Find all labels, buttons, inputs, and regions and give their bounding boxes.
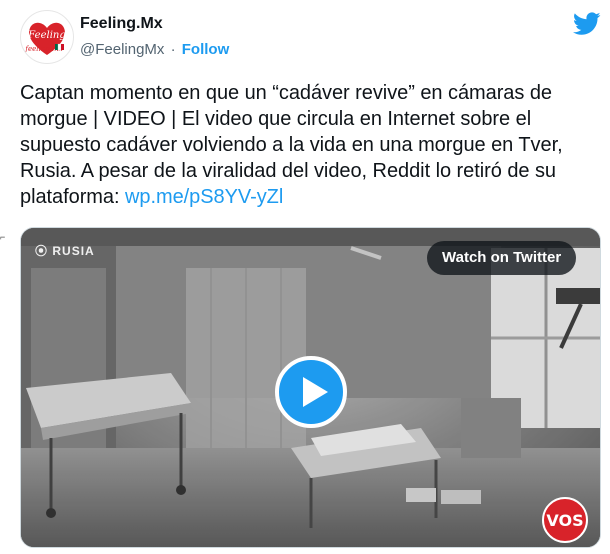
video-media[interactable]: ⦿ RUSIA Watch on Twitter VOS [20,227,601,548]
twitter-bird-icon[interactable] [573,12,601,36]
display-name[interactable]: Feeling.Mx [80,15,163,33]
handle-line: @FeelingMx · Follow [80,41,229,58]
svg-text:Feeling: Feeling [27,30,65,41]
vos-logo-icon: VOS [542,497,588,543]
tweet-text: Captan momento en que un “cadáver revive… [20,80,602,210]
play-button[interactable] [275,356,347,428]
location-overlay: ⦿ RUSIA [35,242,95,259]
tweet-body: Captan momento en que un “cadáver revive… [20,82,563,208]
play-icon [303,377,328,407]
svg-text:VOS: VOS [546,511,583,530]
handle[interactable]: @FeelingMx [80,41,164,58]
follow-link[interactable]: Follow [182,41,230,58]
location-pin-icon: ⦿ [35,244,49,258]
tweet-card: Feeling feeling.mx Feeling.Mx @FeelingMx… [0,0,610,554]
watch-on-twitter-button[interactable]: Watch on Twitter [427,241,577,275]
side-mark: ⌐ [0,232,6,242]
tweet-link[interactable]: wp.me/pS8YV-yZl [125,186,283,208]
separator-dot: · [170,41,176,58]
location-label: RUSIA [52,244,95,258]
feeling-logo-icon: Feeling feeling.mx [24,22,66,55]
avatar[interactable]: Feeling feeling.mx [20,10,74,64]
